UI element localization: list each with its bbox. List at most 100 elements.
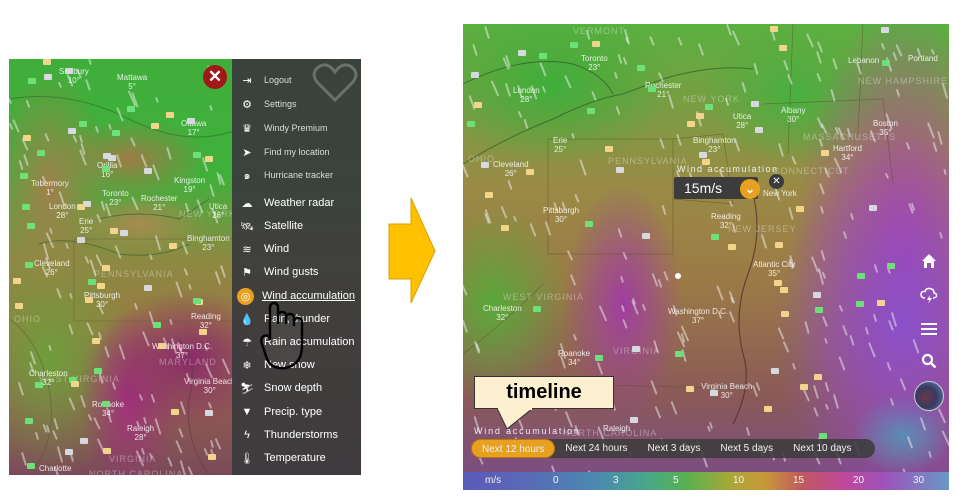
close-menu-button[interactable]: ✕ — [203, 65, 227, 89]
timeline-option-next-12-hours[interactable]: Next 12 hours — [471, 439, 556, 458]
webcam-marker[interactable] — [103, 448, 111, 454]
webcam-marker[interactable] — [193, 298, 201, 304]
webcam-marker[interactable] — [94, 368, 102, 374]
webcam-marker[interactable] — [539, 53, 547, 59]
webcam-marker[interactable] — [869, 205, 877, 211]
webcam-marker[interactable] — [501, 225, 509, 231]
webcam-marker[interactable] — [781, 311, 789, 317]
menu-item-precip-type[interactable]: ▼ Precip. type — [232, 402, 361, 422]
search-button[interactable] — [918, 350, 940, 372]
webcam-marker[interactable] — [687, 121, 695, 127]
webcam-marker[interactable] — [632, 346, 640, 352]
webcam-marker[interactable] — [80, 438, 88, 444]
webcam-marker[interactable] — [65, 68, 73, 74]
webcam-marker[interactable] — [102, 265, 110, 271]
webcam-marker[interactable] — [796, 206, 804, 212]
webcam-marker[interactable] — [144, 168, 152, 174]
webcam-marker[interactable] — [595, 355, 603, 361]
webcam-marker[interactable] — [696, 113, 704, 119]
webcam-marker[interactable] — [774, 280, 782, 286]
webcam-marker[interactable] — [27, 223, 35, 229]
webcam-marker[interactable] — [27, 463, 35, 469]
webcam-marker[interactable] — [208, 454, 216, 460]
webcam-marker[interactable] — [171, 409, 179, 415]
avatar[interactable] — [914, 381, 944, 411]
menu-item-wind-gusts[interactable]: ⚑ Wind gusts — [232, 262, 361, 282]
webcam-marker[interactable] — [728, 244, 736, 250]
menu-item-hurricane-tracker[interactable]: ๑ Hurricane tracker — [232, 165, 361, 185]
webcam-marker[interactable] — [28, 78, 36, 84]
webcam-marker[interactable] — [193, 152, 201, 158]
webcam-marker[interactable] — [102, 166, 110, 172]
webcam-marker[interactable] — [187, 118, 195, 124]
timeline-option-next-10-days[interactable]: Next 10 days — [783, 439, 861, 458]
webcam-marker[interactable] — [79, 121, 87, 127]
webcam-marker[interactable] — [570, 42, 578, 48]
webcam-marker[interactable] — [592, 41, 600, 47]
webcam-marker[interactable] — [485, 192, 493, 198]
webcam-marker[interactable] — [755, 127, 763, 133]
menu-item-find-my-location[interactable]: ➤ Find my location — [232, 142, 361, 162]
webcam-marker[interactable] — [71, 381, 79, 387]
webcam-marker[interactable] — [642, 233, 650, 239]
webcam-marker[interactable] — [35, 382, 43, 388]
webcam-marker[interactable] — [770, 26, 778, 32]
home-button[interactable] — [918, 250, 940, 272]
menu-item-wind[interactable]: ≋ Wind — [232, 239, 361, 259]
webcam-marker[interactable] — [814, 374, 822, 380]
webcam-marker[interactable] — [77, 237, 85, 243]
webcam-marker[interactable] — [856, 301, 864, 307]
webcam-marker[interactable] — [166, 112, 174, 118]
webcam-marker[interactable] — [711, 234, 719, 240]
weather-radar-button[interactable] — [918, 285, 940, 307]
webcam-marker[interactable] — [169, 243, 177, 249]
webcam-marker[interactable] — [65, 449, 73, 455]
webcam-marker[interactable] — [108, 155, 116, 161]
webcam-marker[interactable] — [205, 410, 213, 416]
webcam-marker[interactable] — [68, 128, 76, 134]
webcam-marker[interactable] — [637, 65, 645, 71]
webcam-marker[interactable] — [675, 351, 683, 357]
webcam-marker[interactable] — [467, 121, 475, 127]
webcam-marker[interactable] — [37, 150, 45, 156]
webcam-marker[interactable] — [44, 74, 52, 80]
webcam-marker[interactable] — [88, 279, 96, 285]
webcam-marker[interactable] — [77, 204, 85, 210]
webcam-marker[interactable] — [630, 417, 638, 423]
menu-item-satellite[interactable]: 🛰 Satellite — [232, 216, 361, 236]
webcam-marker[interactable] — [158, 343, 166, 349]
webcam-marker[interactable] — [585, 221, 593, 227]
webcam-marker[interactable] — [815, 307, 823, 313]
webcam-marker[interactable] — [857, 273, 865, 279]
webcam-marker[interactable] — [23, 135, 31, 141]
webcam-marker[interactable] — [751, 101, 759, 107]
webcam-marker[interactable] — [474, 102, 482, 108]
menu-item-settings[interactable]: ⚙ Settings — [232, 94, 361, 114]
webcam-marker[interactable] — [648, 86, 656, 92]
webcam-marker[interactable] — [686, 386, 694, 392]
webcam-marker[interactable] — [43, 59, 51, 65]
webcam-marker[interactable] — [605, 146, 613, 152]
menu-item-thunderstorms[interactable]: ϟ Thunderstorms — [232, 425, 361, 445]
webcam-marker[interactable] — [533, 306, 541, 312]
webcam-marker[interactable] — [526, 169, 534, 175]
timeline-option-next-3-days[interactable]: Next 3 days — [638, 439, 711, 458]
webcam-marker[interactable] — [15, 303, 23, 309]
webcam-marker[interactable] — [20, 173, 28, 179]
overlay-close-button[interactable]: ✕ — [769, 174, 784, 189]
webcam-marker[interactable] — [97, 283, 105, 289]
webcam-marker[interactable] — [877, 300, 885, 306]
webcam-marker[interactable] — [85, 297, 93, 303]
webcam-marker[interactable] — [120, 230, 128, 236]
webcam-marker[interactable] — [813, 292, 821, 298]
webcam-marker[interactable] — [92, 338, 100, 344]
webcam-marker[interactable] — [25, 262, 33, 268]
webcam-marker[interactable] — [25, 418, 33, 424]
webcam-marker[interactable] — [22, 204, 30, 210]
webcam-marker[interactable] — [775, 242, 783, 248]
webcam-marker[interactable] — [471, 72, 479, 78]
menu-item-windy-premium[interactable]: ♛ Windy Premium — [232, 118, 361, 138]
webcam-marker[interactable] — [144, 285, 152, 291]
webcam-marker[interactable] — [881, 27, 889, 33]
webcam-marker[interactable] — [153, 322, 161, 328]
